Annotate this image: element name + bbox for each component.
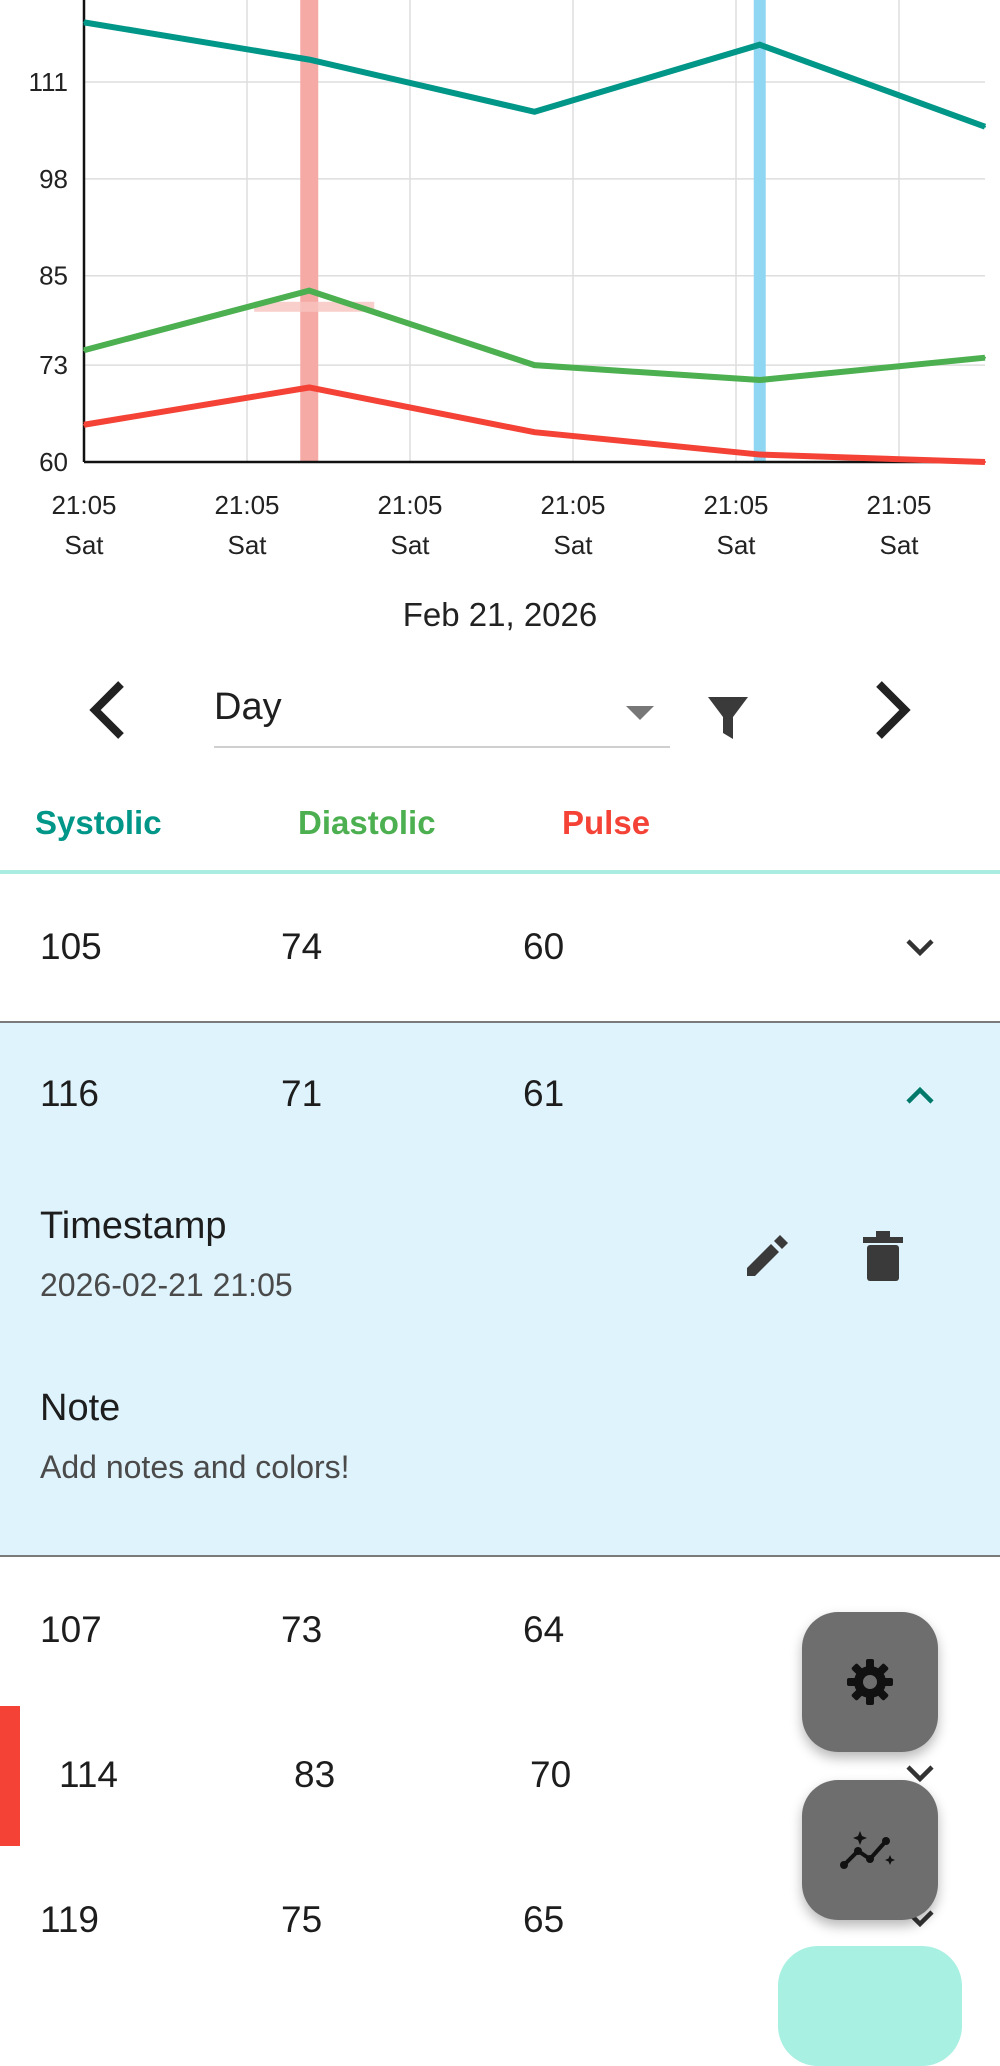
x-tick-label-time: 21:05	[214, 490, 279, 520]
x-tick-label-time: 21:05	[703, 490, 768, 520]
chart-plot-area: 60 73 85 98 111 21:05 Sat 21:05 Sat 21:05 Sat 21:05…	[28, 0, 987, 560]
column-header-systolic[interactable]: Systolic	[35, 804, 162, 842]
note-value: Add notes and colors!	[40, 1449, 350, 1485]
y-tick-label: 98	[39, 164, 68, 194]
trash-icon	[863, 1231, 903, 1281]
edit-icon	[747, 1235, 788, 1276]
note-label: Note	[40, 1387, 121, 1429]
x-tick-label-time: 21:05	[540, 490, 605, 520]
data-point	[758, 379, 761, 382]
expanded-row: 116 71 61 Timestamp 2026-02-21 21:05 Not…	[0, 1023, 1000, 1556]
filter-icon	[708, 697, 748, 739]
data-point	[308, 289, 311, 292]
chevron-down-icon	[906, 939, 934, 957]
period-navigation: Day	[0, 660, 1000, 760]
insights-icon	[840, 1831, 895, 1869]
period-dropdown[interactable]: Day	[214, 680, 670, 748]
pulse-value: 70	[530, 1754, 572, 1795]
y-tick-label: 60	[39, 447, 68, 477]
x-tick-label-day: Sat	[390, 530, 430, 560]
chevron-left-icon	[89, 681, 124, 739]
diastolic-value: 83	[294, 1754, 336, 1795]
expand-row-button[interactable]	[892, 920, 948, 976]
data-point	[533, 110, 536, 113]
pulse-value: 61	[523, 1073, 565, 1114]
data-point	[83, 423, 85, 426]
add-reading-fab[interactable]	[778, 1946, 962, 2066]
series-line-1	[83, 287, 986, 384]
diastolic-value: 74	[281, 926, 323, 967]
data-point	[984, 461, 986, 463]
data-point	[83, 349, 85, 352]
highlight-band-blue	[753, 0, 766, 462]
data-point	[984, 356, 986, 359]
x-tick-label-time: 21:05	[866, 490, 931, 520]
systolic-value: 114	[59, 1754, 118, 1795]
diastolic-value: 75	[281, 1899, 323, 1940]
insights-fab[interactable]	[802, 1780, 938, 1920]
systolic-value: 119	[40, 1899, 99, 1940]
data-point	[308, 386, 311, 389]
x-tick-label-day: Sat	[716, 530, 756, 560]
collapse-row-button[interactable]	[892, 1067, 948, 1123]
data-point	[758, 43, 761, 46]
chevron-up-icon	[906, 1086, 934, 1104]
period-selected-value: Day	[214, 686, 282, 728]
data-point	[758, 453, 761, 456]
delete-button[interactable]	[848, 1221, 918, 1291]
y-tick-label: 111	[28, 67, 68, 97]
systolic-value: 105	[40, 926, 102, 967]
gear-icon	[847, 1659, 893, 1705]
diastolic-value: 73	[281, 1609, 323, 1650]
data-point	[984, 125, 986, 128]
dropdown-arrow-icon	[626, 706, 654, 720]
y-tick-label: 73	[39, 350, 68, 380]
pulse-value: 64	[523, 1609, 565, 1650]
chevron-right-icon	[876, 681, 911, 739]
blood-pressure-chart: 60 73 85 98 111 21:05 Sat 21:05 Sat 21:05 Sat 21:05…	[28, 0, 987, 560]
series-line-2	[83, 384, 986, 465]
previous-period-button[interactable]	[62, 660, 152, 760]
x-tick-label-day: Sat	[553, 530, 593, 560]
column-header-diastolic[interactable]: Diastolic	[298, 804, 436, 842]
x-tick-label-time: 21:05	[51, 490, 116, 520]
timestamp-label: Timestamp	[40, 1205, 227, 1247]
x-tick-label-day: Sat	[64, 530, 104, 560]
data-point	[308, 58, 311, 61]
pulse-value: 65	[523, 1899, 565, 1940]
systolic-value: 107	[40, 1609, 102, 1650]
systolic-value: 116	[40, 1073, 99, 1114]
x-tick-label-day: Sat	[227, 530, 267, 560]
data-point	[533, 431, 536, 434]
x-tick-label-time: 21:05	[377, 490, 442, 520]
table-header: Systolic Diastolic Pulse	[0, 790, 1000, 870]
data-point	[533, 364, 536, 367]
pulse-value: 60	[523, 926, 565, 967]
column-header-pulse[interactable]: Pulse	[562, 804, 650, 842]
settings-fab[interactable]	[802, 1612, 938, 1752]
y-tick-label: 85	[39, 261, 68, 291]
next-period-button[interactable]	[848, 660, 938, 760]
date-label: Feb 21, 2026	[402, 596, 598, 633]
table-row[interactable]: 105 74 60	[0, 874, 1000, 1022]
edit-button[interactable]	[732, 1221, 802, 1291]
x-tick-label-day: Sat	[879, 530, 919, 560]
highlight-band-red	[300, 0, 319, 462]
diastolic-value: 71	[281, 1073, 323, 1114]
timestamp-value: 2026-02-21 21:05	[40, 1267, 293, 1303]
data-point	[83, 21, 85, 24]
filter-button[interactable]	[690, 680, 766, 756]
